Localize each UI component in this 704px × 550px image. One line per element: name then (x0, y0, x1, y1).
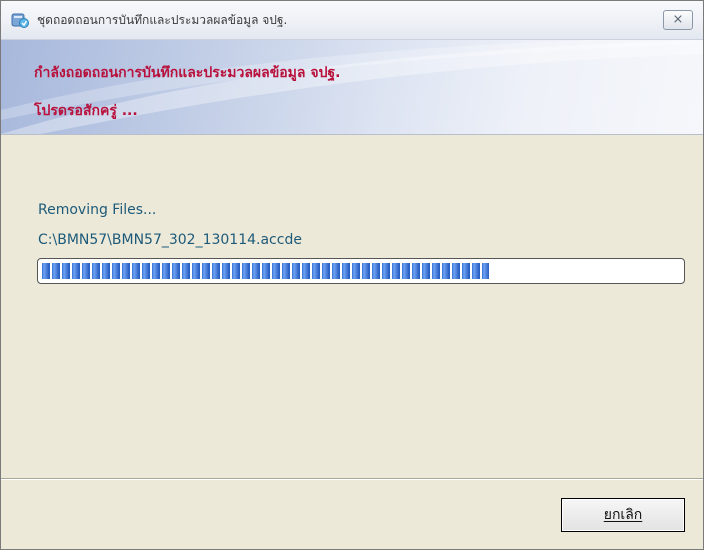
header-subtitle: โปรดรอสักครู่ ... (34, 103, 138, 119)
header-banner: กำลังถอดถอนการบันทึกและประมวลผลข้อมูล จป… (1, 40, 703, 135)
progress-bar-fill (42, 263, 489, 279)
installer-app-icon (11, 13, 29, 28)
status-action-label: Removing Files... (38, 202, 157, 218)
close-button[interactable]: ⨯ (663, 10, 693, 30)
window-title: ชุดถอดถอนการบันทึกและประมวลผลข้อมูล จปฐ. (37, 13, 288, 27)
cancel-button[interactable]: ยกเลิก (561, 498, 685, 532)
current-file-path: C:\BMN57\BMN57_302_130114.accde (38, 232, 302, 248)
title-bar[interactable]: ชุดถอดถอนการบันทึกและประมวลผลข้อมูล จปฐ.… (1, 1, 703, 40)
progress-bar (37, 258, 685, 284)
footer-divider (1, 478, 703, 480)
header-title: กำลังถอดถอนการบันทึกและประมวลผลข้อมูล จป… (34, 65, 341, 81)
installer-dialog: ชุดถอดถอนการบันทึกและประมวลผลข้อมูล จปฐ.… (0, 0, 704, 550)
close-icon: ⨯ (672, 12, 684, 27)
